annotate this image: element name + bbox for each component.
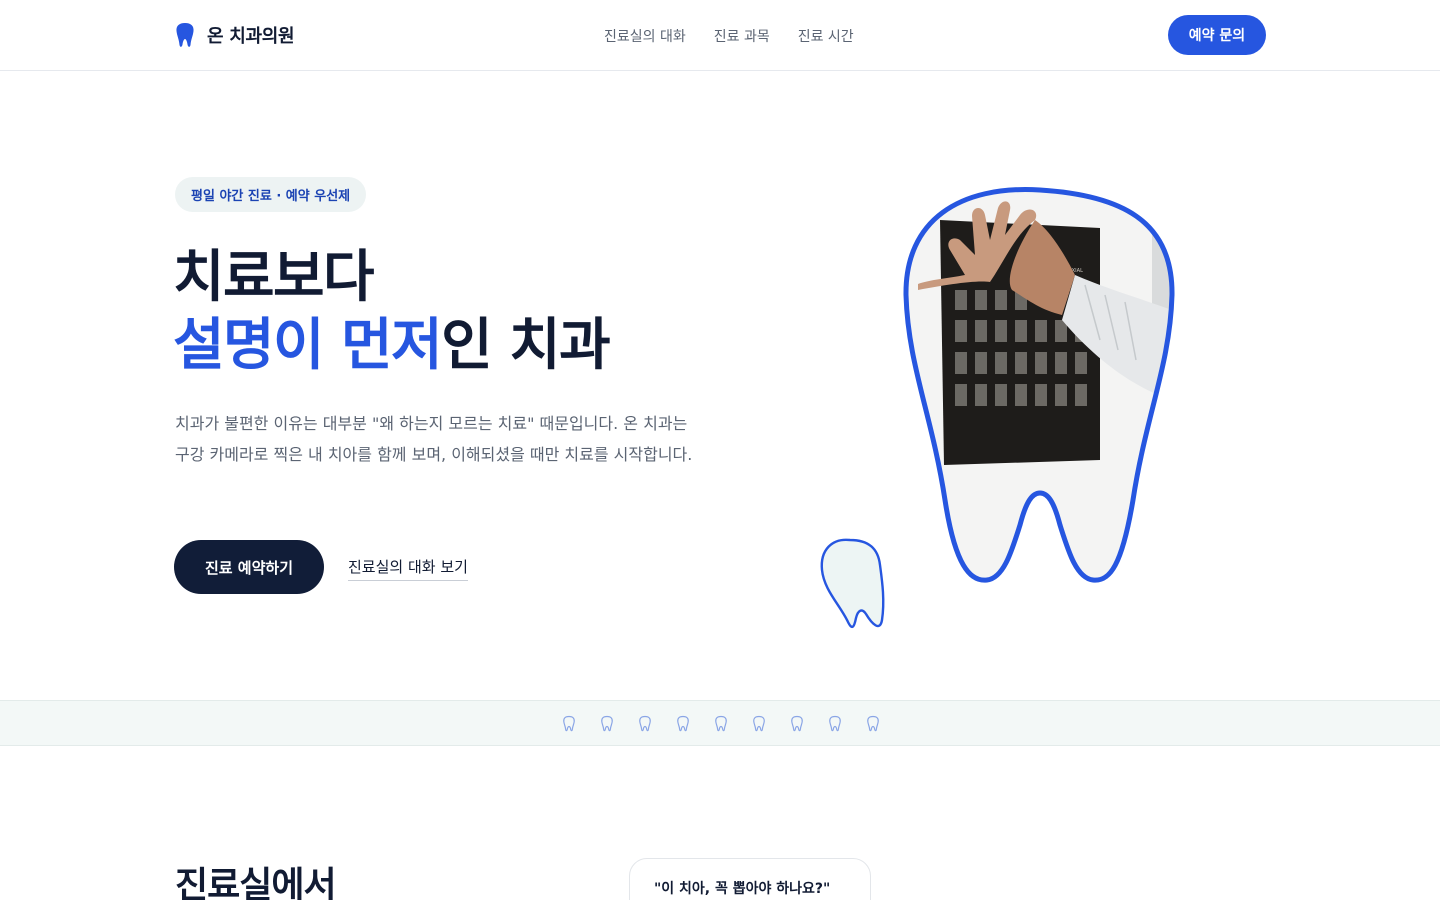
tooth-outline-icon [639,715,651,732]
hero-title-line1: 치료보다 [173,245,375,310]
nav-item-departments[interactable]: 진료 과목 [714,26,770,46]
tooth-outline-icon [791,715,803,732]
tooth-outline-icon [753,715,765,732]
hours-badge: 평일 야간 진료 · 예약 우선제 [175,177,367,212]
booking-inquiry-button[interactable]: 예약 문의 [1168,15,1266,55]
section-title: 진료실에서 [175,865,337,900]
hero-description: 치과가 불편한 이유는 대부분 "왜 하는지 모르는 치료" 때문입니다. 온 … [175,414,693,464]
tooth-outline-icon [563,715,575,732]
small-tooth-icon [820,538,885,629]
tooth-outline-icon [829,715,841,732]
hero-title-rest: 인 치과 [441,313,611,378]
tooth-outline-icon [715,715,727,732]
book-appointment-button[interactable]: 진료 예약하기 [174,540,324,594]
nav-item-conversations[interactable]: 진료실의 대화 [604,26,686,46]
site-header: 온 치과의원 진료실의 대화 진료 과목 진료 시간 예약 문의 [0,0,1440,71]
quote-card: "이 치아, 꼭 뽑아야 하나요?" [629,858,871,900]
tooth-outline-icon [677,715,689,732]
tooth-pattern-strip [0,700,1440,746]
view-conversations-link[interactable]: 진료실의 대화 보기 [348,556,468,581]
hero-title-accent: 설명이 먼저 [173,313,443,378]
tooth-outline-icon [867,715,879,732]
brand[interactable]: 온 치과의원 [175,22,295,48]
tooth-icon [176,23,194,47]
hero-tooth-image: CORTE AXIAL [820,187,1175,629]
hero-title: 치료보다 설명이 먼저인 치과 [173,244,611,380]
strip-icons [561,715,881,732]
quote-text: "이 치아, 꼭 뽑아야 하나요?" [654,881,831,897]
main-nav: 진료실의 대화 진료 과목 진료 시간 [604,26,854,46]
brand-name: 온 치과의원 [207,26,295,47]
tooth-outline-icon [601,715,613,732]
nav-item-hours[interactable]: 진료 시간 [798,26,854,46]
